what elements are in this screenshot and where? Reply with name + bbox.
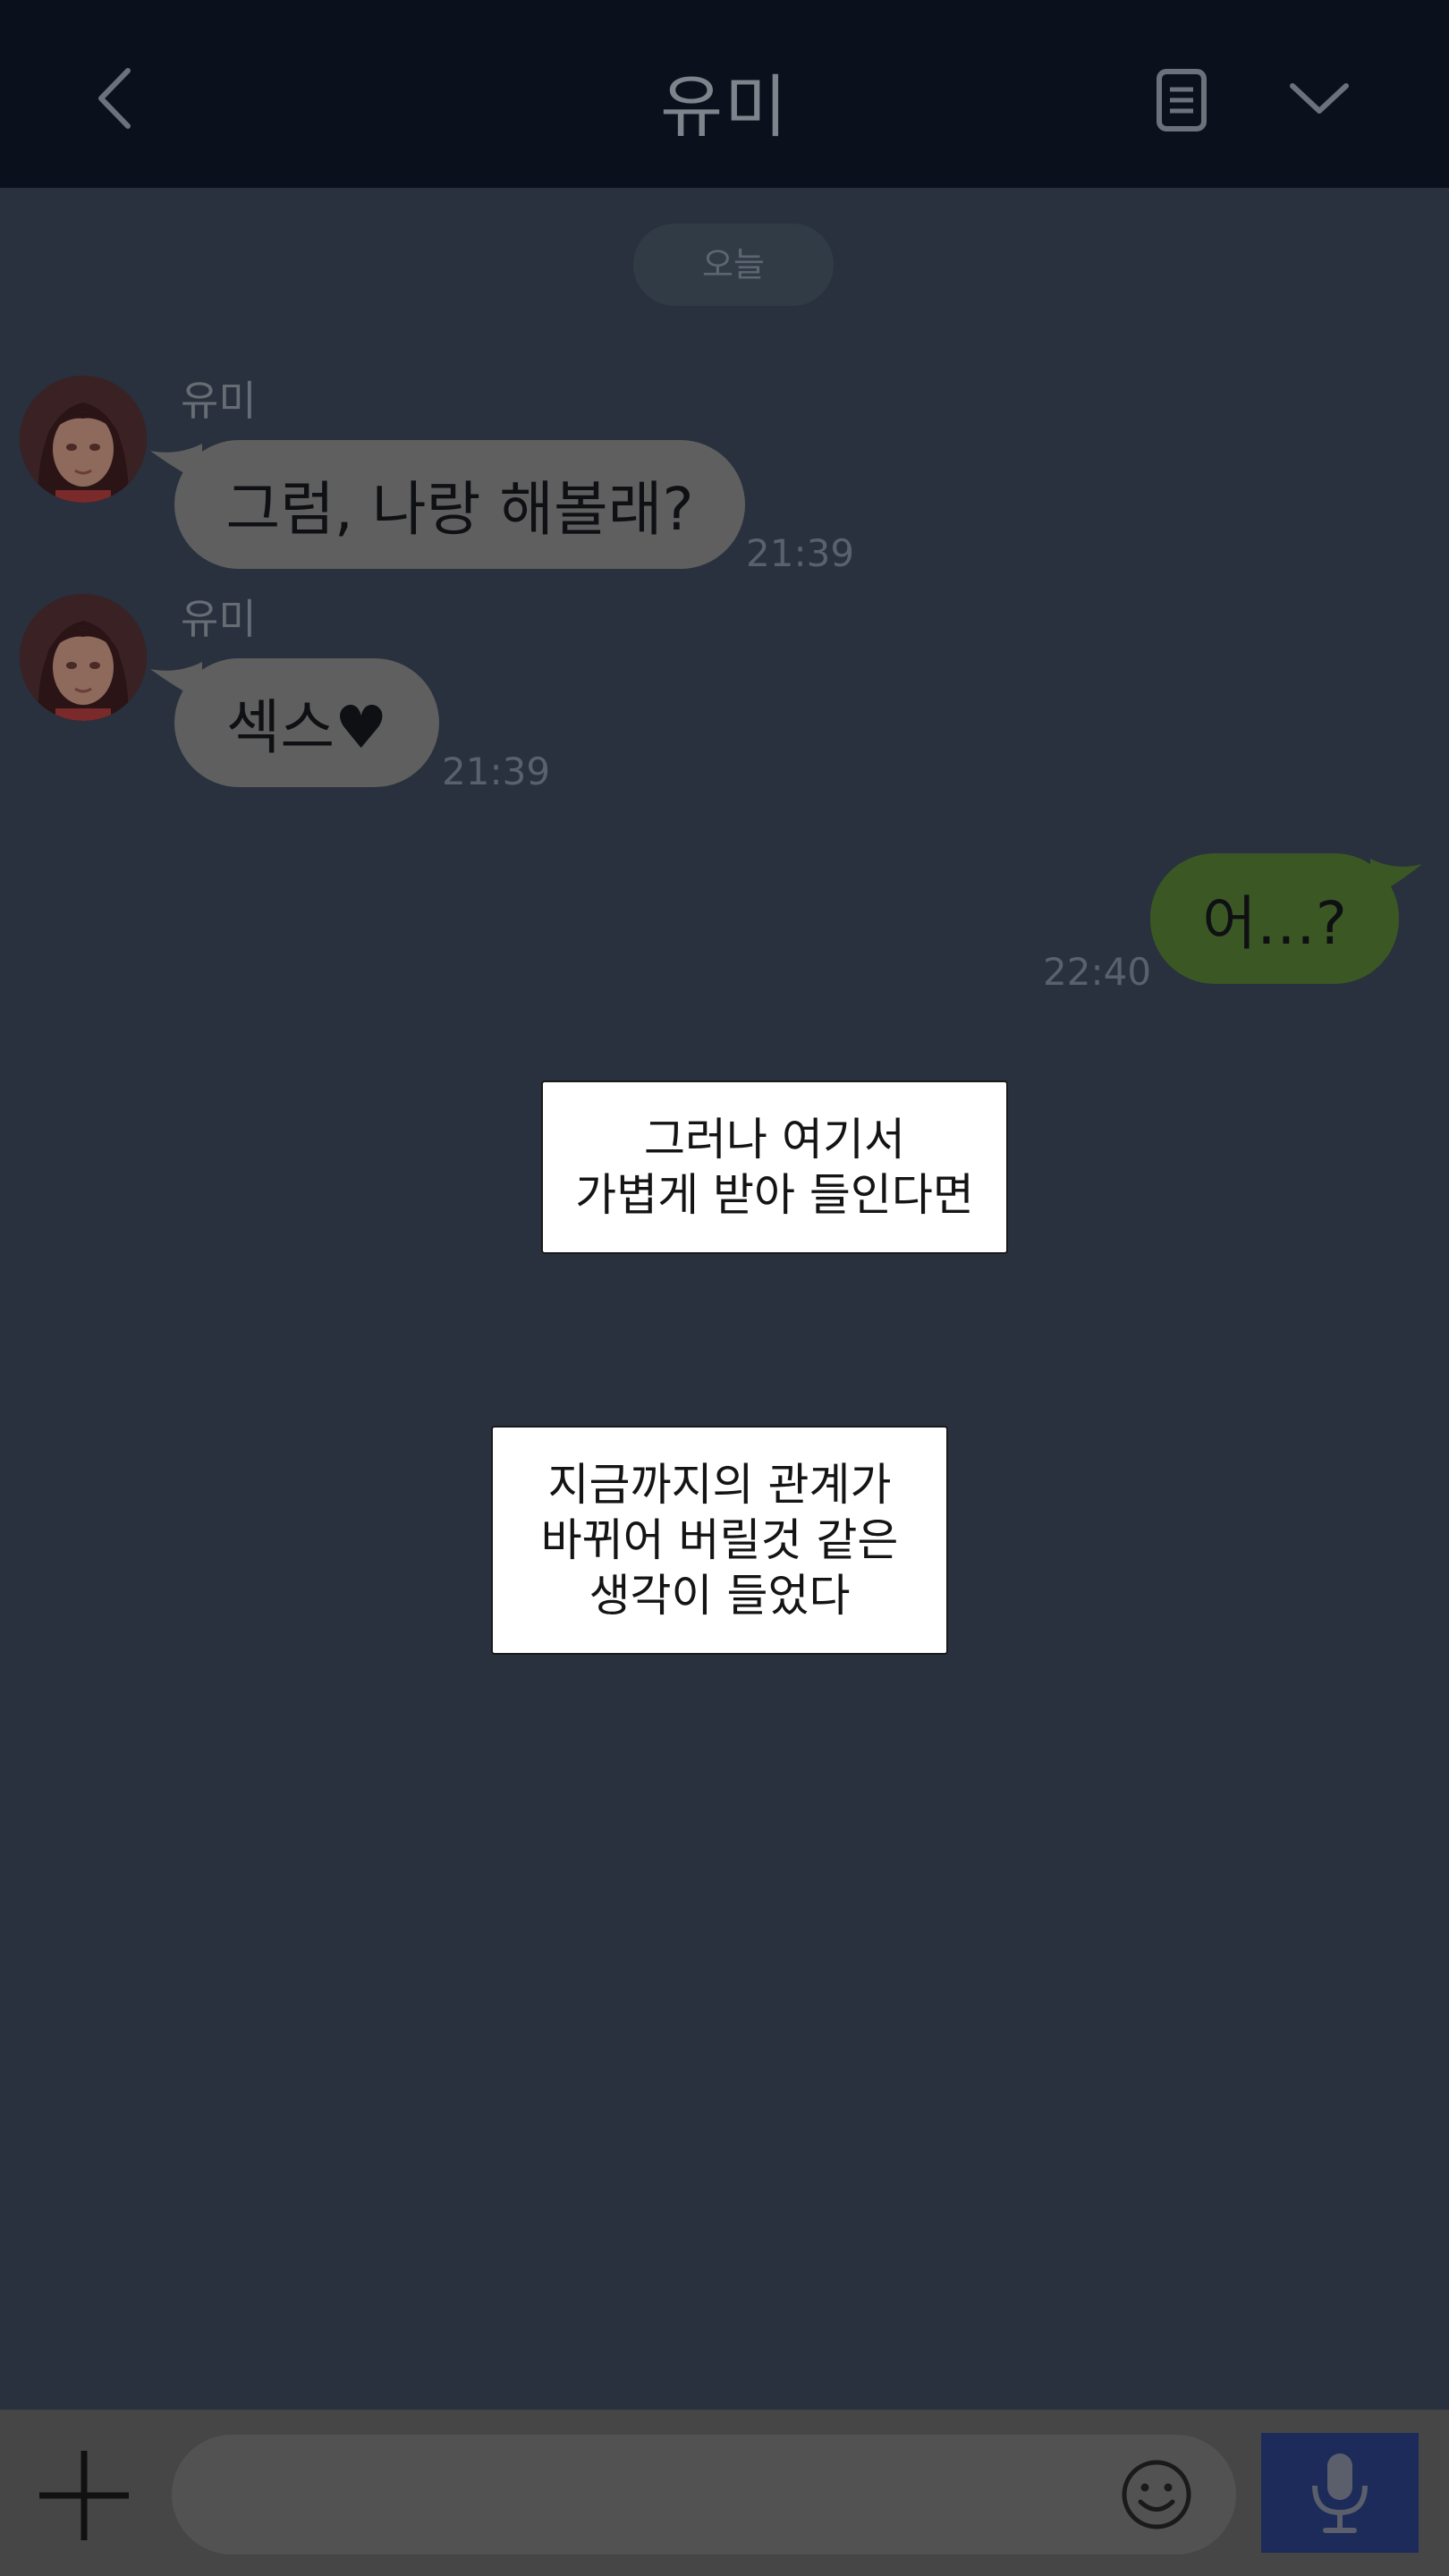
- smiley-icon: [1122, 2460, 1191, 2529]
- attach-button[interactable]: [34, 2445, 134, 2546]
- message-text: 어…?: [1202, 889, 1347, 958]
- microphone-icon: [1312, 2453, 1368, 2533]
- plus-icon: [39, 2451, 129, 2540]
- narration-line: 가볍게 받아 들인다면: [575, 1169, 974, 1221]
- message-text: 그럼, 나랑 해볼래?: [225, 475, 694, 544]
- composer-bar: [0, 2410, 1449, 2576]
- menu-collapse-button[interactable]: [1284, 72, 1355, 125]
- narration-line: 바뀌어 버릴것 같은: [540, 1514, 899, 1566]
- emoji-button[interactable]: [1118, 2456, 1195, 2533]
- narration-line: 지금까지의 관계가: [547, 1459, 892, 1511]
- message-time: 21:39: [746, 531, 855, 575]
- message-bubble[interactable]: 그럼, 나랑 해볼래?: [174, 440, 745, 569]
- narration-box: 그러나 여기서 가볍게 받아 들인다면: [541, 1080, 1008, 1254]
- message-bubble[interactable]: 섹스♥: [174, 658, 439, 787]
- chat-header: 유미: [0, 0, 1449, 188]
- sender-name: 유미: [181, 595, 257, 643]
- narration-line: 그러나 여기서: [644, 1114, 905, 1165]
- voice-button[interactable]: [1261, 2433, 1419, 2553]
- avatar-portrait-icon: [20, 376, 147, 503]
- avatar[interactable]: [20, 376, 147, 503]
- message-text: 섹스♥: [225, 693, 388, 762]
- message-input[interactable]: [172, 2435, 1236, 2555]
- message-bubble[interactable]: 어…?: [1150, 853, 1399, 984]
- avatar[interactable]: [20, 594, 147, 721]
- date-divider: 오늘: [633, 224, 834, 306]
- chat-title: 유미: [660, 67, 789, 147]
- narration-box: 지금까지의 관계가 바뀌어 버릴것 같은 생각이 들었다: [491, 1426, 948, 1655]
- sender-name: 유미: [181, 377, 257, 425]
- avatar-portrait-icon: [20, 594, 147, 721]
- chevron-down-icon: [1290, 83, 1349, 114]
- notes-button[interactable]: [1145, 64, 1216, 136]
- message-time: 21:39: [442, 750, 551, 793]
- narration-line: 생각이 들었다: [589, 1570, 851, 1622]
- message-time: 22:40: [1043, 950, 1152, 994]
- document-icon: [1157, 69, 1207, 131]
